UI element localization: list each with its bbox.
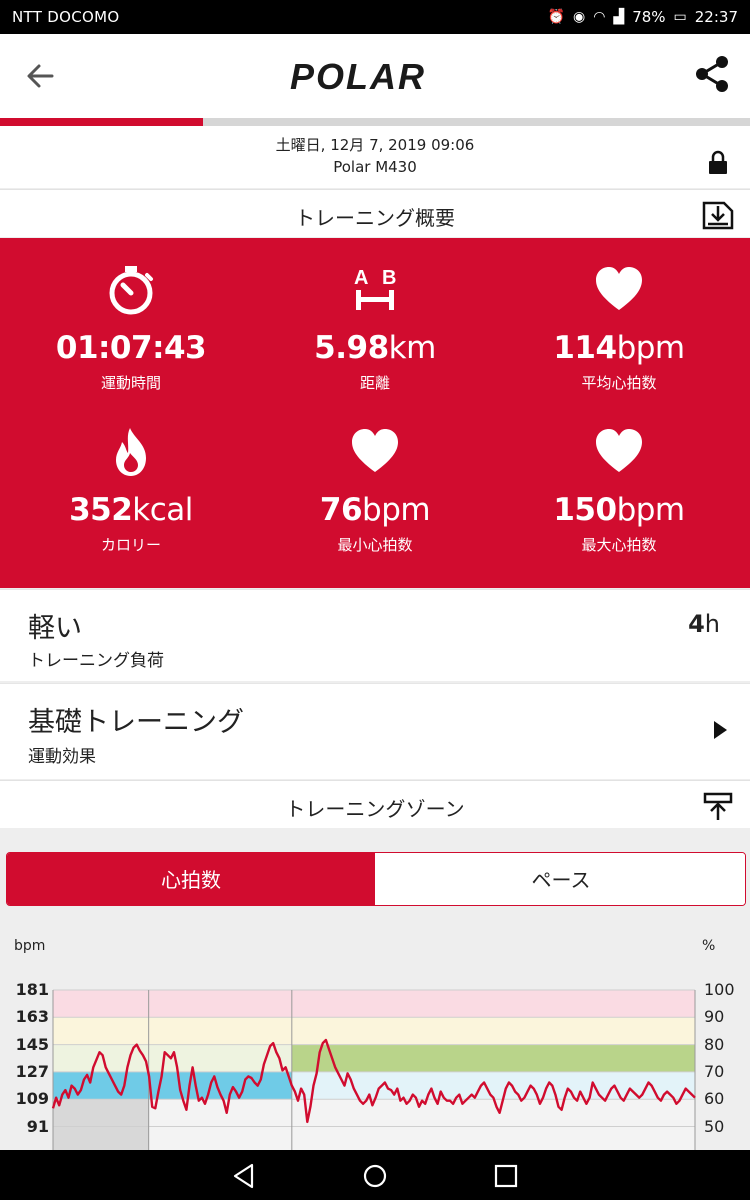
minimum-hr-label: 最小心拍数: [337, 536, 413, 554]
collapse-icon[interactable]: [702, 791, 734, 821]
heart-icon: [596, 267, 642, 310]
maximum-hr-label: 最大心拍数: [581, 536, 657, 554]
summary-section-title: トレーニング概要: [295, 206, 455, 230]
calories-value: 352kcal: [69, 492, 193, 528]
zones-section-title: トレーニングゾーン: [285, 797, 465, 821]
app-bar: POLAR: [0, 34, 750, 118]
tab-pace[interactable]: ペース: [377, 853, 745, 905]
nav-home-icon[interactable]: [361, 1162, 389, 1190]
tab-heart-rate[interactable]: 心拍数: [7, 853, 375, 905]
recovery-time: 4h: [688, 610, 720, 638]
clock: 22:37: [694, 8, 738, 26]
progress-fill: [0, 118, 203, 126]
average-hr-stat: 114bpm 平均心拍数: [494, 238, 744, 398]
average-hr-value: 114bpm: [553, 330, 685, 366]
minimum-hr-stat: 76bpm 最小心拍数: [250, 400, 500, 560]
eye-icon: ◉: [572, 9, 586, 25]
battery-percent: 78%: [632, 8, 666, 26]
maximum-hr-stat: 150bpm 最大心拍数: [494, 400, 744, 560]
nav-recents-icon[interactable]: [492, 1162, 520, 1190]
svg-text:A: A: [354, 267, 368, 289]
distance-stat: A B 5.98km 距離: [250, 238, 500, 398]
export-icon[interactable]: [702, 200, 734, 230]
calories-stat: 352kcal カロリー: [6, 400, 256, 560]
maximum-hr-value: 150bpm: [553, 492, 685, 528]
alarm-icon: ⏰: [547, 9, 565, 25]
polar-logo: POLAR: [290, 56, 426, 96]
chart-plot-area: [51, 989, 696, 1150]
training-benefit-row[interactable]: 基礎トレーニング 運動効果: [0, 683, 750, 779]
heart-rate-zone-chart: bpm % 181 163 145 127 109 91 100 90 80 70 60 50: [0, 920, 750, 1150]
heart-icon: [596, 429, 642, 472]
zones-section-header: トレーニングゾーン: [0, 780, 750, 828]
zone-band-highlight: [291, 1044, 695, 1072]
zone-band-highlight: [53, 1099, 149, 1150]
training-benefit-label: 運動効果: [28, 747, 96, 767]
distance-ab-icon: A B: [354, 267, 396, 310]
training-load-level: 軽い: [28, 613, 82, 644]
training-benefit-title: 基礎トレーニング: [28, 707, 244, 738]
battery-icon: ▭: [673, 9, 687, 25]
wifi-icon: ◠: [593, 9, 606, 25]
session-device: Polar M430: [333, 158, 417, 176]
signal-icon: ▟: [613, 9, 625, 25]
svg-text:B: B: [382, 267, 396, 289]
chart-mode-tabs: 心拍数 ペース: [6, 852, 746, 906]
zone-band: [53, 1017, 695, 1045]
chevron-right-icon[interactable]: [712, 720, 728, 740]
session-date: 土曜日, 12月 7, 2019 09:06: [275, 136, 475, 154]
lock-icon[interactable]: [708, 150, 728, 174]
system-nav-bar: [0, 1150, 750, 1200]
heart-icon: [352, 429, 398, 472]
polar-logo-text: POLAR: [290, 56, 426, 96]
training-summary-panel: 01:07:43 運動時間 A B 5.98km 距離 114bpm 平均心拍数…: [0, 238, 750, 588]
average-hr-label: 平均心拍数: [581, 374, 657, 392]
back-arrow-icon[interactable]: [22, 58, 58, 94]
duration-label: 運動時間: [100, 374, 161, 392]
minimum-hr-value: 76bpm: [319, 492, 431, 528]
progress-bar: [0, 118, 750, 126]
carrier-name: NTT DOCOMO: [12, 8, 120, 26]
zone-band: [53, 1099, 695, 1150]
status-bar: NTT DOCOMO ⏰ ◉ ◠ ▟ 78% ▭ 22:37: [0, 0, 750, 34]
status-icons: ⏰ ◉ ◠ ▟ 78% ▭ 22:37: [548, 8, 738, 26]
calories-label: カロリー: [100, 536, 161, 554]
nav-back-icon[interactable]: [230, 1162, 258, 1190]
share-icon[interactable]: [692, 54, 732, 94]
zone-band: [53, 990, 695, 1018]
training-load-label: トレーニング負荷: [28, 651, 164, 671]
stopwatch-icon: [109, 266, 153, 315]
duration-value: 01:07:43: [55, 330, 207, 366]
session-info: 土曜日, 12月 7, 2019 09:06 Polar M430: [0, 126, 750, 188]
distance-value: 5.98km: [314, 330, 436, 366]
duration-stat: 01:07:43 運動時間: [6, 238, 256, 398]
training-load-row[interactable]: 軽い トレーニング負荷 4h: [0, 589, 750, 681]
flame-icon: [116, 428, 146, 476]
summary-section-header: トレーニング概要: [0, 189, 750, 237]
distance-label: 距離: [359, 374, 390, 392]
